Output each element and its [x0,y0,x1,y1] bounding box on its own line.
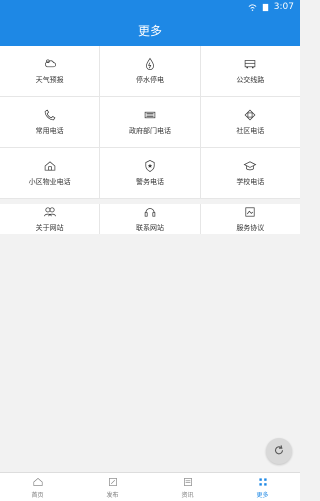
nav-home[interactable]: 首页 [0,473,75,501]
weather-icon [44,59,56,68]
nav-label: 首页 [31,491,44,499]
status-right: 3:07 [248,2,294,12]
status-time: 3:07 [273,2,294,12]
community-icon [244,109,256,121]
grid-item-label: 联系网站 [135,224,164,232]
grid-item-school-phone[interactable]: 学校电话 [201,148,300,198]
home-icon [44,161,55,171]
app-bar: 更多 [0,14,300,46]
document-icon [245,207,255,217]
grid-item-label: 学校电话 [236,178,265,186]
grid-item-property-phone[interactable]: 小区物业电话 [0,148,101,198]
grid-item-police-phone[interactable]: 警务电话 [100,148,201,198]
home-icon [33,477,42,486]
grid-item-contact[interactable]: 联系网站 [100,204,201,234]
grid-item-label: 公交线路 [236,76,265,84]
grid-item-label: 天气预报 [35,76,64,84]
refresh-button[interactable] [266,438,292,464]
grid-item-label: 小区物业电话 [28,178,71,186]
page-title: 更多 [137,23,162,38]
nav-more[interactable]: 更多 [225,473,300,501]
grid-row: 小区物业电话 警务电话 学校电话 [0,148,300,199]
battery-icon [262,3,268,11]
grid-item-label: 警务电话 [135,178,164,186]
grid-row: 天气预报 停水停电 公交线路 [0,46,300,97]
nav-publish[interactable]: 发布 [75,473,150,501]
grid-item-label: 服务协议 [236,224,265,232]
edit-icon [108,477,117,486]
grid-item-government-phone[interactable]: 政府部门电话 [100,97,201,147]
nav-label: 发布 [106,491,119,499]
grid-item-label: 常用电话 [35,127,64,135]
secondary-grid: 关于网站 联系网站 服务协议 [0,204,300,234]
grid-item-label: 社区电话 [236,127,265,135]
users-icon [43,207,56,217]
status-bar: 3:07 [0,0,300,14]
grid-item-label: 政府部门电话 [128,127,171,135]
refresh-icon [275,445,284,455]
nav-news[interactable]: 资讯 [150,473,225,501]
keyboard-icon [144,111,156,119]
nav-label: 更多 [256,491,269,499]
bottom-navigation: 首页 发布 资讯 更多 [0,472,300,501]
graduation-cap-icon [243,161,257,171]
grid-item-bus[interactable]: 公交线路 [201,46,300,96]
headset-icon [144,208,156,217]
water-drop-icon [146,57,154,70]
grid-item-outage[interactable]: 停水停电 [100,46,201,96]
grid-icon [258,477,267,486]
grid-item-label: 关于网站 [35,224,64,232]
grid-item-common-phone[interactable]: 常用电话 [0,97,101,147]
phone-icon [44,109,56,121]
wifi-icon [248,3,257,11]
grid-item-community-phone[interactable]: 社区电话 [201,97,300,147]
grid-row: 常用电话 政府部门电话 社区电话 [0,97,300,148]
grid-item-label: 停水停电 [135,76,164,84]
police-badge-icon [145,160,155,173]
function-grid: 天气预报 停水停电 公交线路 常用电话 政府部门电话 社区电话 小区物业电话 警… [0,46,300,199]
grid-item-about[interactable]: 关于网站 [0,204,101,234]
grid-item-service-agreement[interactable]: 服务协议 [201,204,300,234]
grid-item-weather[interactable]: 天气预报 [0,46,101,96]
news-icon [183,477,192,486]
bus-icon [245,60,256,69]
nav-label: 资讯 [181,491,194,499]
grid-row: 关于网站 联系网站 服务协议 [0,204,300,234]
